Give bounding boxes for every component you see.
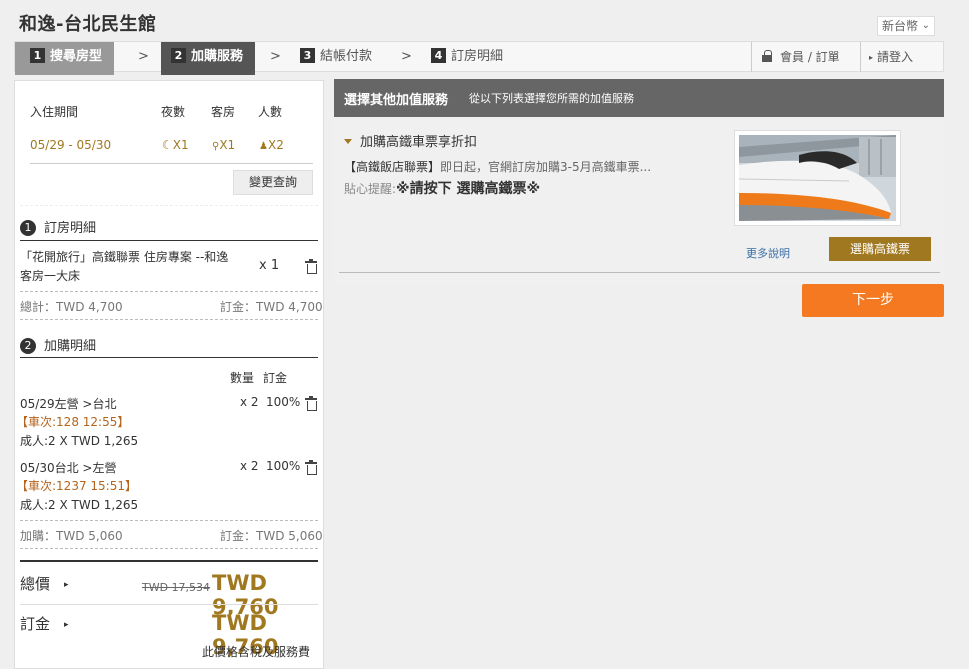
rooms-value: ⚲X1 [212,138,236,152]
change-search-button[interactable]: 變更查詢 [233,170,313,195]
tip-label: 貼心提醒: [344,182,397,196]
step-addon-service[interactable]: 2 加購服務 [161,42,256,75]
member-orders-link[interactable]: 會員 / 訂單 [751,42,840,72]
addon-tag: 【高鐵飯店聯票】 [344,160,441,174]
booking-sidebar: 入住期間 夜數 客房 人數 05/29 - 05/30 ☾X1 ⚲X1 ♟X2 … [14,80,324,669]
nights-value: ☾X1 [162,138,189,152]
addon-percent: 100% [266,395,301,409]
addon-deposit: 訂金：TWD 5,060 [220,529,323,543]
hotel-title: 和逸-台北民生館 [19,14,157,35]
trash-icon[interactable] [305,396,317,411]
guests-header: 人數 [258,105,283,119]
login-link[interactable]: ▸ 請登入 [860,42,913,72]
step-arrow: > [401,49,412,64]
addon-detail-title: 2 加購明細 [20,335,96,354]
chevron-down-icon: ⌄ [921,20,930,31]
step-search-room[interactable]: 1 搜尋房型 [15,42,115,75]
addon-train: 【車次:128 12:55】 [16,415,130,429]
period-header: 入住期間 [30,105,79,119]
step-arrow: > [138,49,149,64]
addon-qty: x 2 [240,395,259,409]
addon-panel: 選擇其他加值服務 從以下列表選擇您所需的加值服務 加購高鐵車票享折扣 【高鐵飯店… [334,79,944,284]
trash-icon[interactable] [305,259,317,274]
caret-down-icon [344,139,352,144]
addon-fare: 成人:2 X TWD 1,265 [20,434,139,448]
step-booking-detail: 4 訂房明細 [431,42,503,72]
section-number: 2 [20,338,36,354]
period-value: 05/29 - 05/30 [30,138,112,152]
addon-percent: 100% [266,459,301,473]
total-label: 總價 [20,575,51,593]
deposit-label: 訂金 [20,615,51,633]
step-number: 2 [171,48,186,63]
addon-fare: 成人:2 X TWD 1,265 [20,498,139,512]
addon-description: 【高鐵飯店聯票】即日起，官網訂房加購3-5月高鐵車票... [344,160,652,174]
step-bar: 1 搜尋房型 > 2 加購服務 > 3 結帳付款 > 4 訂房明細 會員 / 訂單 ▸ 請… [14,41,944,75]
room-item-line2: 客房一大床 [20,269,81,283]
tip-text: ※請按下 選購高鐵票※ [396,181,541,197]
addon-tip: 貼心提醒:※請按下 選購高鐵票※ [344,178,540,198]
addon-item-title[interactable]: 加購高鐵車票享折扣 [344,131,477,150]
step-checkout: 3 結帳付款 [300,42,372,72]
addon-route: 05/30台北 >左營 [20,461,117,475]
train-photo-icon [738,135,896,221]
total-price-toggle[interactable]: 總價 ▸ [20,573,69,594]
addon-subtotal: 加購：TWD 5,060 [20,529,123,543]
step-number: 1 [30,48,45,63]
step-number: 3 [300,48,315,63]
qty-column-header: 數量 [230,371,255,385]
tax-note: 此價格含稅及服務費 [202,645,311,659]
select-hsr-ticket-button[interactable]: 選購高鐵票 [829,237,931,261]
addon-panel-header: 選擇其他加值服務 從以下列表選擇您所需的加值服務 [334,79,944,117]
login-label: 請登入 [877,50,914,64]
moon-icon: ☾ [162,138,173,152]
room-detail-title: 1 訂房明細 [20,217,96,236]
person-icon: ♟ [259,141,268,152]
deposit-column-header: 訂金 [263,371,288,385]
arrow-right-icon: ▸ [869,53,874,62]
addon-panel-title: 選擇其他加值服務 [344,93,449,108]
room-deposit: 訂金：TWD 4,700 [220,300,323,314]
step-arrow: > [270,49,281,64]
caret-right-icon: ▸ [64,580,69,590]
room-item-qty: x 1 [259,258,280,273]
currency-value: 新台幣 [882,19,919,33]
member-orders-label: 會員 / 訂單 [780,50,840,64]
caret-right-icon: ▸ [64,620,69,630]
rooms-header: 客房 [211,105,236,119]
original-price: TWD 17,534 [142,581,211,594]
step-label: 搜尋房型 [50,49,103,64]
guests-value: ♟X2 [259,138,284,152]
train-image [734,130,901,226]
currency-select[interactable]: 新台幣 ⌄ [877,16,935,36]
more-info-link[interactable]: 更多說明 [746,245,790,261]
lock-icon [762,50,772,62]
addon-route: 05/29左營 >台北 [20,397,117,411]
nights-header: 夜數 [161,105,186,119]
deposit-toggle[interactable]: 訂金 ▸ [20,613,69,634]
step-label: 結帳付款 [320,49,373,64]
trash-icon[interactable] [305,460,317,475]
room-subtotal: 總計：TWD 4,700 [20,300,123,314]
addon-panel-subtitle: 從以下列表選擇您所需的加值服務 [469,92,634,105]
section-number: 1 [20,220,36,236]
step-number: 4 [431,48,446,63]
addon-train: 【車次:1237 15:51】 [16,479,137,493]
next-step-button[interactable]: 下一步 [802,284,944,317]
addon-qty: x 2 [240,459,259,473]
room-item-line1: 「花開旅行」高鐵聯票 住房專案 --和逸 [20,250,229,264]
step-label: 訂房明細 [451,49,504,64]
step-label: 加購服務 [191,49,244,64]
